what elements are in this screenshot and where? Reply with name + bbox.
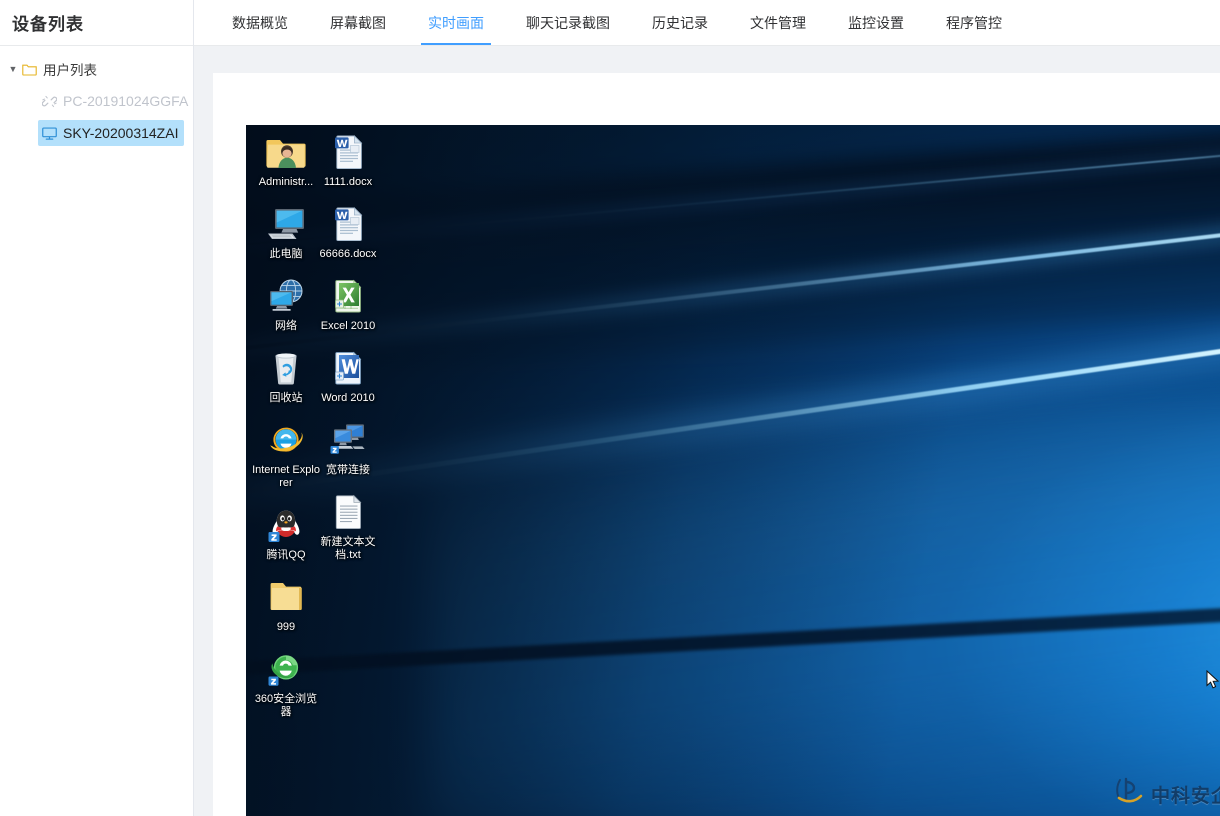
desktop-icon-new-text-document[interactable]: 新建文本文档.txt — [314, 491, 382, 562]
desktop-icon-label: Word 2010 — [321, 392, 375, 404]
tab-label: 数据概览 — [232, 14, 288, 31]
desktop-icon-label: 1111.docx — [323, 176, 373, 188]
desktop-icon-column-2: 1111.docx 66666.docx Excel 2010 Word 201… — [314, 131, 382, 576]
desktop-icon-this-pc[interactable]: 此电脑 — [252, 203, 320, 261]
desktop-icon-label: 宽带连接 — [326, 464, 370, 476]
tab-history[interactable]: 历史记录 — [631, 0, 729, 45]
tab-label: 监控设置 — [848, 14, 904, 31]
tab-chat-log-capture[interactable]: 聊天记录截图 — [505, 0, 631, 45]
desktop-icon-label: 此电脑 — [269, 248, 303, 260]
tab-live-screen[interactable]: 实时画面 — [407, 0, 505, 45]
tab-label: 屏幕截图 — [330, 14, 386, 31]
desktop-icon-360-browser[interactable]: 360安全浏览器 — [252, 648, 320, 719]
tab-program-control[interactable]: 程序管控 — [925, 0, 1023, 45]
tab-file-management[interactable]: 文件管理 — [729, 0, 827, 45]
desktop-icon-label: 66666.docx — [319, 248, 377, 260]
live-screen-card: Administr... 此电脑 网络 回收站 Internet Explore… — [213, 73, 1220, 816]
device-tree: ▼ 用户列表 PC-20191024GGFA SKY-20200314ZAI — [0, 46, 193, 146]
desktop-icon-network[interactable]: 网络 — [252, 275, 320, 333]
tab-label: 实时画面 — [428, 14, 484, 31]
desktop-icon-label: Excel 2010 — [320, 320, 376, 332]
internet-explorer-icon — [265, 419, 307, 461]
tab-list: 数据概览 屏幕截图 实时画面 聊天记录截图 历史记录 文件管理 监控设置 程序管… — [194, 0, 1220, 45]
tree-node-root[interactable]: ▼ 用户列表 — [0, 56, 193, 82]
recycle-bin-icon — [265, 347, 307, 389]
desktop-icon-label: 回收站 — [269, 392, 303, 404]
desktop-icon-label: 网络 — [275, 320, 297, 332]
remote-desktop-view[interactable]: Administr... 此电脑 网络 回收站 Internet Explore… — [246, 125, 1220, 816]
desktop-icon-internet-explorer[interactable]: Internet Explorer — [252, 419, 320, 490]
word-icon — [327, 347, 369, 389]
tree-node-pc-20191024ggfa[interactable]: PC-20191024GGFA — [38, 88, 193, 114]
sidebar-header: 设备列表 — [0, 0, 193, 46]
text-file-icon — [327, 491, 369, 533]
tree-node-root-label: 用户列表 — [43, 63, 97, 78]
word-doc-icon — [327, 203, 369, 245]
tree-node-pc-20191024ggfa-wrap: PC-20191024GGFA — [0, 88, 193, 114]
desktop-icon-tencent-qq[interactable]: 腾讯QQ — [252, 504, 320, 562]
top-tabbar: 数据概览 屏幕截图 实时画面 聊天记录截图 历史记录 文件管理 监控设置 程序管… — [194, 0, 1220, 46]
desktop-icon-column-1: Administr... 此电脑 网络 回收站 Internet Explore… — [252, 131, 320, 733]
tab-label: 聊天记录截图 — [526, 14, 610, 31]
tree-node-sky-20200314zai-wrap: SKY-20200314ZAI — [0, 120, 193, 146]
monitor-icon — [42, 126, 57, 141]
unlink-icon — [42, 94, 57, 109]
desktop-icon-administrator[interactable]: Administr... — [252, 131, 320, 189]
desktop-icon-label: 360安全浏览器 — [254, 693, 318, 718]
chevron-down-icon[interactable]: ▼ — [4, 64, 22, 74]
desktop-icon-999-folder[interactable]: 999 — [252, 576, 320, 634]
broadband-connection-icon — [327, 419, 369, 461]
page-title: 设备列表 — [12, 15, 84, 34]
desktop-icon-label: 999 — [276, 621, 296, 633]
tab-monitor-settings[interactable]: 监控设置 — [827, 0, 925, 45]
folder-icon — [22, 63, 37, 76]
desktop-icon-label: Administr... — [258, 176, 314, 188]
folder-icon — [265, 576, 307, 618]
wallpaper-left-shadow — [246, 125, 1220, 816]
desktop-icon-recycle-bin[interactable]: 回收站 — [252, 347, 320, 405]
desktop-icon-label: Internet Explorer — [252, 464, 320, 489]
tree-node-sky-20200314zai[interactable]: SKY-20200314ZAI — [38, 120, 185, 146]
tencent-qq-icon — [265, 504, 307, 546]
desktop-icon-label: 新建文本文档.txt — [320, 536, 376, 561]
tree-node-sky-20200314zai-label: SKY-20200314ZAI — [63, 125, 179, 141]
tab-data-overview[interactable]: 数据概览 — [211, 0, 309, 45]
desktop-icon-excel-2010[interactable]: Excel 2010 — [314, 275, 382, 333]
user-folder-icon — [265, 131, 307, 173]
tab-label: 历史记录 — [652, 14, 708, 31]
excel-icon — [327, 275, 369, 317]
tab-screen-capture[interactable]: 屏幕截图 — [309, 0, 407, 45]
desktop-icon-broadband-connection[interactable]: 宽带连接 — [314, 419, 382, 477]
app-root: 设备列表 ▼ 用户列表 PC-20191024GGFA SKY-20200314… — [0, 0, 1220, 816]
360-browser-icon — [265, 648, 307, 690]
tab-label: 文件管理 — [750, 14, 806, 31]
network-icon — [265, 275, 307, 317]
device-list-sidebar: 设备列表 ▼ 用户列表 PC-20191024GGFA SKY-20200314… — [0, 0, 194, 816]
tree-node-pc-20191024ggfa-label: PC-20191024GGFA — [63, 93, 189, 109]
desktop-icon-1111-docx[interactable]: 1111.docx — [314, 131, 382, 189]
this-pc-icon — [265, 203, 307, 245]
desktop-icon-66666-docx[interactable]: 66666.docx — [314, 203, 382, 261]
desktop-icon-label: 腾讯QQ — [266, 549, 306, 561]
desktop-icon-word-2010[interactable]: Word 2010 — [314, 347, 382, 405]
tab-label: 程序管控 — [946, 14, 1002, 31]
main-content: Administr... 此电脑 网络 回收站 Internet Explore… — [194, 46, 1220, 816]
word-doc-icon — [327, 131, 369, 173]
